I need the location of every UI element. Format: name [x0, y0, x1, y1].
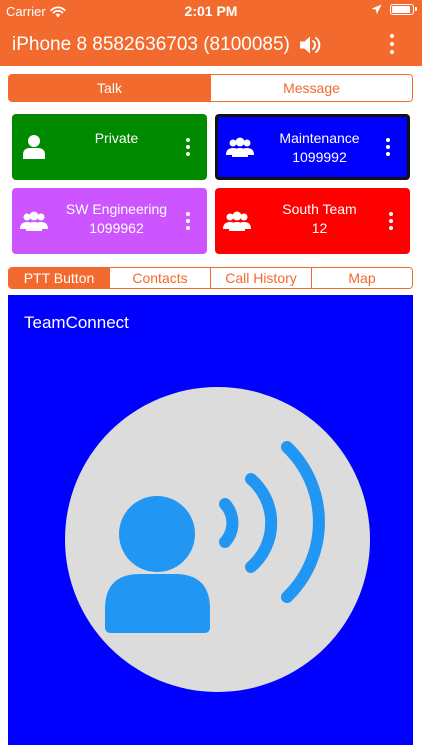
battery-icon — [390, 4, 417, 15]
app-header: Carrier 2:01 PM iPhone 8 8582636703 (810… — [0, 0, 422, 66]
group-id: 1099962 — [89, 220, 144, 236]
view-tab-contacts[interactable]: Contacts — [109, 268, 210, 288]
battery-level — [392, 6, 410, 13]
status-right — [371, 4, 417, 15]
mode-segmented-control: Talk Message — [8, 74, 413, 102]
group-more-menu-icon[interactable] — [386, 210, 396, 232]
speaker-icon[interactable] — [298, 34, 322, 56]
location-arrow-icon — [371, 4, 382, 15]
tab-message[interactable]: Message — [210, 75, 412, 101]
group-icon — [226, 133, 254, 161]
header-more-menu-icon[interactable] — [382, 32, 402, 56]
group-card-maintenance[interactable]: Maintenance 1099992 — [215, 114, 410, 180]
group-name: Private — [94, 130, 139, 146]
group-name: South Team — [282, 201, 357, 217]
group-icon — [20, 207, 48, 235]
group-name: Maintenance — [279, 130, 360, 146]
group-card-south-team[interactable]: South Team 12 — [215, 188, 410, 254]
group-more-menu-icon[interactable] — [383, 136, 393, 158]
status-bar: Carrier 2:01 PM — [0, 0, 422, 22]
tab-talk[interactable]: Talk — [9, 75, 210, 101]
group-card-private[interactable]: Private — [12, 114, 207, 180]
group-name: SW Engineering — [65, 201, 168, 217]
clock: 2:01 PM — [184, 3, 238, 19]
group-more-menu-icon[interactable] — [183, 210, 193, 232]
view-tab-call-history[interactable]: Call History — [210, 268, 311, 288]
group-id: 1099992 — [292, 149, 347, 165]
view-tabs: PTT Button Contacts Call History Map — [8, 267, 413, 289]
ptt-panel: TeamConnect — [8, 295, 413, 745]
app-title: iPhone 8 8582636703 (8100085) — [12, 34, 290, 55]
group-icon — [223, 207, 251, 235]
group-id: 12 — [311, 220, 328, 236]
single-user-icon — [20, 133, 48, 161]
push-to-talk-icon — [105, 441, 325, 633]
group-card-sw-engineering[interactable]: SW Engineering 1099962 — [12, 188, 207, 254]
view-tab-ptt-button[interactable]: PTT Button — [9, 268, 109, 288]
view-tab-map[interactable]: Map — [311, 268, 412, 288]
ptt-brand-label: TeamConnect — [24, 313, 129, 332]
group-more-menu-icon[interactable] — [183, 136, 193, 158]
ptt-button[interactable] — [65, 387, 370, 692]
